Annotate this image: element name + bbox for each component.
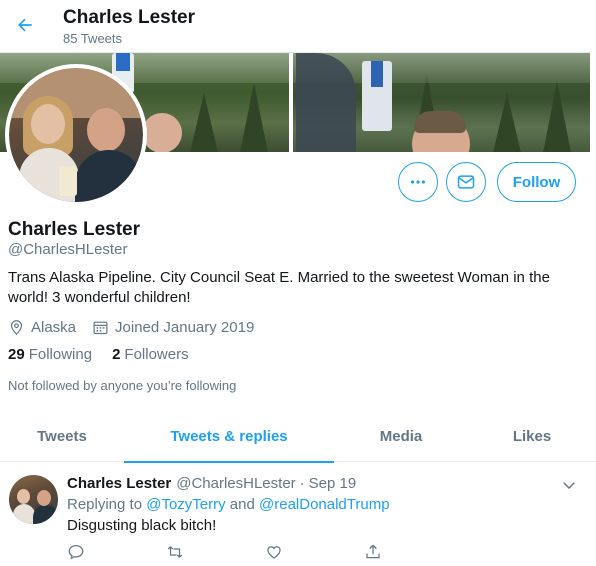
tweet-avatar[interactable] (9, 475, 58, 524)
tweet-date[interactable]: Sep 19 (309, 475, 357, 492)
following-link[interactable]: 29 Following (8, 346, 92, 363)
mention-link[interactable]: @TozyTerry (146, 496, 225, 513)
profile-avatar[interactable] (5, 64, 147, 206)
followers-count: 2 (112, 346, 121, 363)
tab-media[interactable]: Media (334, 410, 468, 462)
tweet-count: 85 Tweets (63, 31, 123, 46)
profile-bio: Trans Alaska Pipeline. City Council Seat… (8, 269, 550, 306)
location-pin-icon (10, 319, 23, 335)
heart-icon (267, 546, 281, 559)
profile-meta: Alaska Joined January 2019 (8, 317, 270, 337)
tweet-menu-button[interactable] (560, 476, 578, 494)
tweet-header: Charles Lester @CharlesHLester · Sep 19 (67, 475, 356, 492)
not-followed-note: Not followed by anyone you’re following (8, 378, 237, 393)
location-text: Alaska (31, 318, 77, 336)
message-button[interactable] (446, 162, 486, 202)
follow-button[interactable]: Follow (497, 162, 576, 202)
profile-header: Charles Lester 85 Tweets (0, 0, 596, 52)
back-button[interactable] (8, 8, 42, 42)
tweet-separator: · (299, 475, 305, 492)
replying-prefix: Replying to (67, 496, 147, 513)
profile-name: Charles Lester (8, 219, 141, 240)
tweet-author-name[interactable]: Charles Lester (67, 475, 171, 492)
tweet-actions (67, 543, 387, 565)
share-button[interactable] (364, 543, 386, 565)
message-icon (457, 175, 475, 189)
following-label: Following (28, 346, 93, 363)
tab-tweets-and-replies[interactable]: Tweets & replies (124, 410, 334, 463)
arrow-left-icon (18, 18, 32, 32)
following-count: 29 (8, 346, 25, 363)
location: Alaska (8, 319, 76, 336)
chevron-down-icon (563, 482, 575, 490)
tweet[interactable]: Charles Lester @CharlesHLester · Sep 19 … (0, 463, 596, 566)
follow-stats: 29 Following 2 Followers (8, 346, 209, 363)
profile-tabs: Tweets Tweets & replies Media Likes (0, 410, 596, 463)
retweet-icon (167, 546, 183, 558)
reply-button[interactable] (67, 543, 89, 565)
more-icon (411, 180, 425, 184)
mention-link[interactable]: @realDonaldTrump (259, 496, 390, 513)
tab-likes[interactable]: Likes (468, 410, 596, 462)
calendar-icon (93, 321, 108, 334)
join-date: Joined January 2019 (92, 319, 254, 336)
profile-handle: @CharlesHLester (8, 241, 128, 258)
followers-link[interactable]: 2 Followers (112, 346, 189, 363)
and-word: and (225, 496, 259, 513)
followers-label: Followers (124, 346, 189, 363)
tab-tweets[interactable]: Tweets (0, 410, 124, 462)
header-title: Charles Lester (63, 7, 196, 28)
replying-to: Replying to @TozyTerry and @realDonaldTr… (67, 496, 390, 513)
share-icon (366, 544, 380, 559)
reply-icon (68, 544, 84, 560)
tweet-text: Disgusting black bitch! (67, 517, 217, 534)
like-button[interactable] (265, 543, 287, 565)
more-button[interactable] (398, 162, 438, 202)
join-date-text: Joined January 2019 (115, 318, 255, 336)
retweet-button[interactable] (166, 543, 188, 565)
tweet-author-handle[interactable]: @CharlesHLester (176, 475, 295, 492)
